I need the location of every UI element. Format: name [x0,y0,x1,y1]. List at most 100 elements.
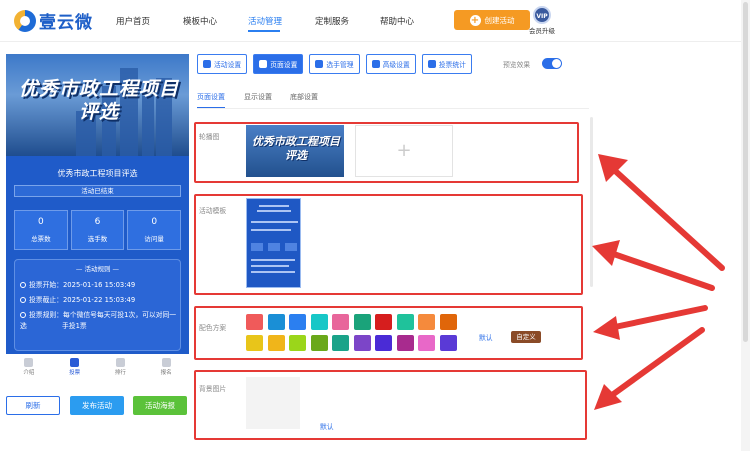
tab-activity-settings[interactable]: 活动设置 [197,54,248,74]
activity-poster-button[interactable]: 活动海报 [133,396,187,415]
preview-effect-toggle[interactable] [542,58,562,69]
vip-badge-icon: VIP [533,6,551,24]
color-swatch[interactable] [353,314,371,330]
background-default-link[interactable]: 默认 [320,421,334,431]
add-carousel-button[interactable]: + [355,125,453,177]
tab-signup[interactable]: 报名 [143,356,189,380]
color-swatch[interactable] [310,314,328,330]
carousel-image-title: 优秀市政工程项目评选 [252,135,340,162]
color-swatch[interactable] [246,314,263,330]
arrow-head-carousel [598,154,628,182]
tab-vote[interactable]: 投票 [52,356,98,380]
nav-item-templates[interactable]: 模板中心 [183,15,217,27]
users-icon [315,60,324,68]
publish-activity-button[interactable]: 发布活动 [70,396,124,415]
arrow-to-template [605,249,715,291]
subtab-page-settings[interactable]: 页面设置 [197,92,225,102]
preview-stats: 0 总票数 6 选手数 0 访问量 [14,210,182,250]
page-icon [259,60,268,68]
gear-icon [203,60,211,68]
brand-logo[interactable]: 壹云微 [14,8,93,33]
tab-contestant-management[interactable]: 选手管理 [309,54,360,74]
arrow-to-carousel [609,165,725,271]
color-default-link[interactable]: 默认 [479,332,493,342]
subtab-display-settings[interactable]: 显示设置 [244,92,272,102]
preview-activity-status: 活动已结束 [14,185,181,197]
arrow-head-template [592,240,620,266]
color-swatch[interactable] [418,335,435,351]
bar-chart-icon [427,60,436,68]
arrow-to-background [605,327,705,401]
vip-upgrade[interactable]: VIP 会员升级 [526,6,558,35]
rule-start: 投票开始：2025-01-16 15:03:49 [20,280,135,291]
color-swatch[interactable] [289,314,306,330]
clock-icon [20,297,26,303]
subtab-active-indicator [197,107,225,108]
preview-effect-label: 预览效果 [503,61,531,69]
settings-toolbar: 活动设置 页面设置 选手管理 高级设置 投票统计 [197,54,478,74]
clock-icon [20,282,26,288]
vip-upgrade-label: 会员升级 [529,27,555,35]
carousel-label: 轮播图 [199,133,220,141]
tab-ranking[interactable]: 排行 [98,356,144,380]
stat-visits: 0 访问量 [127,210,182,250]
sliders-icon [371,60,380,68]
brand-name: 壹云微 [39,13,93,33]
color-swatch[interactable] [289,335,306,351]
info-icon [20,312,26,318]
subtab-divider [197,108,589,109]
tab-page-settings[interactable]: 页面设置 [253,54,304,74]
window-scrollbar[interactable] [741,0,750,451]
top-navigation-bar: 壹云微 用户首页 模板中心 活动管理 定制服务 帮助中心 + 创建活动 VIP … [0,0,750,42]
color-swatch[interactable] [375,335,392,351]
color-swatch[interactable] [396,335,414,351]
nav-item-activity-management[interactable]: 活动管理 [248,15,282,27]
nav-item-home[interactable]: 用户首页 [116,15,150,27]
color-swatch[interactable] [267,335,285,351]
color-swatch[interactable] [439,314,457,330]
color-swatch[interactable] [246,335,263,351]
color-scheme-label: 配色方案 [199,324,227,332]
color-swatch[interactable] [332,314,349,330]
stat-contestants: 6 选手数 [70,210,125,250]
tab-vote-statistics[interactable]: 投票统计 [421,54,472,74]
arrow-to-color [607,305,708,331]
rules-heading: — 活动规则 — [75,265,120,273]
rule-end: 投票截止：2025-01-22 15:03:49 [20,295,135,306]
nav-item-help[interactable]: 帮助中心 [380,15,414,27]
color-swatch[interactable] [353,335,371,351]
arrow-head-background [594,384,622,410]
tab-intro[interactable]: 介绍 [6,356,52,380]
color-swatch[interactable] [332,335,349,351]
flag-icon [161,358,171,367]
vote-icon [70,358,80,367]
nav-item-custom-service[interactable]: 定制服务 [315,15,349,27]
activity-template-thumbnail[interactable] [246,198,301,288]
color-swatch[interactable] [396,314,414,330]
color-swatch[interactable] [439,335,457,351]
window-scrollbar-thumb[interactable] [743,2,748,342]
refresh-button[interactable]: 刷新 [6,396,60,415]
preview-banner: 优秀市政工程项目评选 [6,54,189,156]
color-swatch[interactable] [267,314,285,330]
create-activity-button[interactable]: + 创建活动 [454,10,530,30]
preview-activity-title: 优秀市政工程项目评选 [57,169,138,178]
template-label: 活动模板 [199,207,227,215]
color-custom-button[interactable]: 自定义 [511,331,541,343]
color-swatch[interactable] [375,314,392,330]
preview-banner-title: 优秀市政工程项目评选 [18,78,179,123]
logo-icon [14,9,36,32]
color-swatch[interactable] [418,314,435,330]
color-swatch[interactable] [310,335,328,351]
carousel-image[interactable]: 优秀市政工程项目评选 [246,125,344,177]
rule-policy: 投票规则：每个微信号每天可投1次，可以对同一选 [20,311,177,330]
settings-scrollbar[interactable] [590,117,593,287]
stat-total-votes: 0 总票数 [14,210,68,250]
crown-icon [115,358,125,367]
nav-active-indicator [248,30,280,32]
background-image-upload[interactable] [246,377,300,429]
phone-preview: 优秀市政工程项目评选 优秀市政工程项目评选 活动已结束 0 总票数 6 选手数 … [6,54,189,354]
subtab-footer-settings[interactable]: 底部设置 [290,92,318,102]
plus-icon: + [469,14,481,26]
tab-advanced-settings[interactable]: 高级设置 [365,54,416,74]
